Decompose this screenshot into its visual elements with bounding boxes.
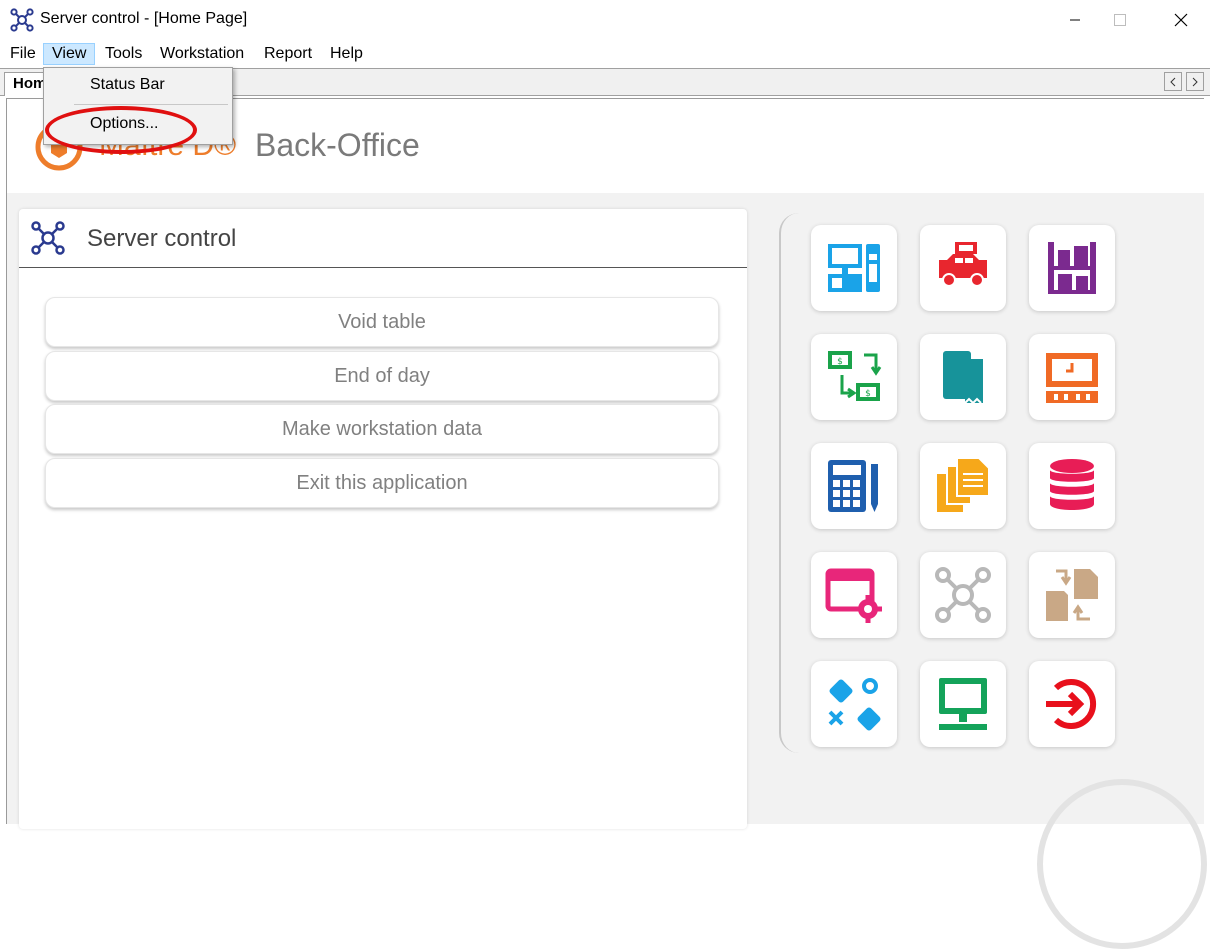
menu-item-status-bar[interactable]: Status Bar bbox=[90, 76, 165, 94]
home-page: Maître D® Back-Office Server control Voi… bbox=[6, 98, 1207, 949]
minimize-icon bbox=[1070, 19, 1080, 21]
make-workstation-data-button[interactable]: Make workstation data bbox=[45, 404, 719, 454]
money-transfer-tile[interactable]: $ $ bbox=[811, 334, 897, 420]
ledger-tile[interactable] bbox=[920, 334, 1006, 420]
pos-terminal-icon bbox=[828, 244, 880, 292]
tab-scroll-left-button[interactable] bbox=[1164, 72, 1182, 91]
menu-view[interactable]: View bbox=[43, 43, 95, 65]
server-network-icon bbox=[935, 567, 991, 623]
inventory-shelf-icon bbox=[1048, 242, 1096, 294]
exit-application-button[interactable]: Exit this application bbox=[45, 458, 719, 508]
time-clock-icon bbox=[1046, 353, 1098, 403]
svg-text:$: $ bbox=[837, 357, 843, 367]
panel-header: Server control bbox=[19, 209, 747, 268]
sign-in-icon bbox=[1046, 679, 1097, 729]
title-bar: Server control - [Home Page] bbox=[0, 0, 1210, 40]
monitor-icon bbox=[939, 678, 987, 730]
product-name: Back-Office bbox=[255, 127, 420, 163]
ledger-book-icon bbox=[943, 351, 983, 405]
app-network-icon bbox=[10, 8, 34, 32]
arrow-left-icon bbox=[1170, 77, 1176, 86]
window-title: Server control - [Home Page] bbox=[40, 10, 248, 27]
menu-help[interactable]: Help bbox=[322, 43, 371, 65]
server-network-icon bbox=[31, 221, 65, 255]
sign-in-tile[interactable] bbox=[1029, 661, 1115, 747]
menu-tools[interactable]: Tools bbox=[97, 43, 150, 65]
server-control-tile[interactable] bbox=[920, 552, 1006, 638]
calculator-icon bbox=[828, 460, 878, 512]
time-clock-tile[interactable] bbox=[1029, 334, 1115, 420]
menu-file[interactable]: File bbox=[2, 43, 44, 65]
menu-separator bbox=[74, 104, 228, 105]
close-button[interactable] bbox=[1154, 0, 1208, 40]
database-icon bbox=[1050, 459, 1094, 510]
monitor-tile[interactable] bbox=[920, 661, 1006, 747]
menu-report[interactable]: Report bbox=[256, 43, 320, 65]
delivery-tile[interactable] bbox=[920, 225, 1006, 311]
watermark-logo bbox=[1037, 779, 1207, 949]
inventory-tile[interactable] bbox=[1029, 225, 1115, 311]
strategy-tile[interactable] bbox=[811, 661, 897, 747]
module-tiles: $ $ bbox=[779, 213, 1210, 753]
documents-tile[interactable] bbox=[920, 443, 1006, 529]
close-icon bbox=[1174, 13, 1188, 27]
menu-workstation[interactable]: Workstation bbox=[152, 43, 252, 65]
money-transfer-icon: $ $ bbox=[828, 351, 882, 401]
pos-terminal-tile[interactable] bbox=[811, 225, 897, 311]
calculator-tile[interactable] bbox=[811, 443, 897, 529]
server-control-panel: Server control Void table End of day Mak… bbox=[19, 209, 747, 829]
strategy-icon bbox=[828, 678, 881, 731]
delivery-car-icon bbox=[939, 242, 987, 287]
database-tile[interactable] bbox=[1029, 443, 1115, 529]
arrow-right-icon bbox=[1192, 77, 1198, 86]
svg-text:$: $ bbox=[865, 389, 871, 399]
end-of-day-button[interactable]: End of day bbox=[45, 351, 719, 401]
window-settings-tile[interactable] bbox=[811, 552, 897, 638]
documents-icon bbox=[937, 457, 990, 512]
panel-title: Server control bbox=[87, 225, 237, 252]
maximize-button[interactable] bbox=[1093, 0, 1147, 40]
void-table-button[interactable]: Void table bbox=[45, 297, 719, 347]
file-exchange-icon bbox=[1046, 569, 1098, 621]
file-exchange-tile[interactable] bbox=[1029, 552, 1115, 638]
maximize-icon bbox=[1114, 14, 1126, 26]
options-highlight-circle bbox=[45, 106, 197, 154]
menu-bar: File View Tools Workstation Report Help bbox=[0, 40, 1210, 68]
window-settings-icon bbox=[825, 568, 882, 623]
tab-scroll-right-button[interactable] bbox=[1186, 72, 1204, 91]
